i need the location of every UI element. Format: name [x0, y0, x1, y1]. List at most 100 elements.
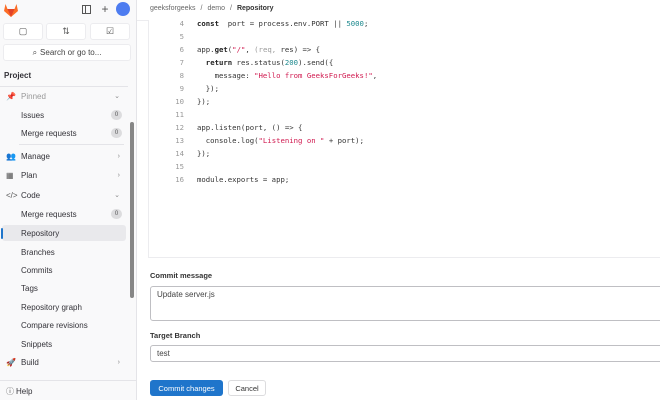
code-token: res) => { — [280, 45, 321, 54]
sidebar-item-code[interactable]: </> Code ⌄ — [2, 187, 126, 203]
line-number: 5 — [179, 32, 184, 41]
code-line: 6 app.get("/", (req, res) => { — [149, 45, 320, 58]
section-title: Project — [4, 71, 32, 80]
todo-icon: ☑ — [105, 26, 115, 36]
code-token: const — [197, 19, 219, 28]
sidebar-item-build[interactable]: 🚀 Build › — [2, 354, 126, 370]
code-token: 200 — [284, 58, 299, 67]
issues-button[interactable]: ▢ — [3, 23, 43, 40]
help-button[interactable]: ⓘ Help — [2, 383, 126, 399]
code-line: 8 message: "Hello from GeeksForGeeks!", — [149, 71, 378, 84]
sidebar-item-tags[interactable]: Tags — [2, 280, 126, 296]
line-number: 16 — [175, 175, 184, 184]
commit-message-label: Commit message — [150, 271, 213, 280]
code-token: , — [245, 45, 255, 54]
merge-requests-button[interactable]: ⇅ — [46, 23, 86, 40]
todo-button[interactable]: ☑ — [90, 23, 130, 40]
avatar[interactable] — [116, 2, 130, 16]
code-token: + port); — [324, 136, 364, 145]
line-number: 9 — [179, 84, 184, 93]
code-editor[interactable]: 4 const port = process.env.PORT || 5000; 5… — [148, 19, 660, 258]
sidebar-item-repository-graph[interactable]: Repository graph — [2, 299, 126, 315]
sidebar-item-branches[interactable]: Branches — [2, 244, 126, 260]
sidebar-item-manage[interactable]: 👥 Manage › — [2, 148, 126, 164]
code-token: }); — [197, 97, 211, 106]
commit-changes-button[interactable]: Commit changes — [150, 380, 223, 396]
sidebar: + ▢ ⇅ ☑ ⌕ Search or go to... Project 📌 Pin… — [0, 0, 137, 400]
sidebar-item-compare-revisions[interactable]: Compare revisions — [2, 317, 126, 333]
breadcrumb: geeksforgeeks / demo / Repository — [150, 5, 274, 12]
count-badge: 0 — [111, 209, 122, 219]
breadcrumb-current: Repository — [236, 5, 274, 12]
code-token: app.listen(port, () => { — [197, 123, 303, 132]
pinned-toggle[interactable]: 📌 Pinned ⌄ — [2, 88, 126, 104]
breadcrumb-link[interactable]: demo — [207, 5, 225, 12]
line-number: 12 — [175, 123, 184, 132]
help-icon: ⓘ — [6, 386, 14, 396]
code-token: console.log( — [197, 136, 259, 145]
code-token: , — [372, 71, 378, 80]
search-button[interactable]: ⌕ Search or go to... — [3, 44, 131, 61]
code-text: }); — [197, 149, 210, 158]
sidebar-item-merge-requests[interactable]: Merge requests 0 — [2, 206, 126, 222]
scrollbar-thumb[interactable] — [130, 122, 134, 298]
code-token: }); — [197, 84, 219, 93]
code-text: app.get("/", (req, res) => { — [197, 45, 320, 54]
sidebar-toggle-icon[interactable] — [80, 3, 92, 15]
line-number: 4 — [179, 19, 184, 28]
target-branch-input[interactable]: test — [150, 345, 660, 362]
users-icon: 👥 — [6, 151, 16, 161]
breadcrumb-link[interactable]: geeksforgeeks — [150, 5, 196, 12]
chevron-right-icon: › — [117, 358, 120, 366]
code-text: const port = process.env.PORT || 5000; — [197, 19, 368, 28]
code-token: "/" — [232, 45, 246, 54]
gitlab-logo-icon[interactable] — [3, 2, 19, 18]
line-number: 7 — [179, 58, 184, 67]
code-line: 4 const port = process.env.PORT || 5000; — [149, 19, 369, 32]
code-token: app. — [197, 45, 215, 54]
chevron-down-icon: ⌄ — [114, 192, 120, 199]
line-number: 8 — [179, 71, 184, 80]
sidebar-item-snippets[interactable]: Snippets — [2, 336, 126, 352]
sidebar-scrollbar[interactable] — [129, 88, 135, 378]
code-line: 10}); — [149, 97, 210, 110]
code-text: app.listen(port, () => { — [197, 123, 302, 132]
code-token: (req, — [254, 45, 281, 54]
rocket-icon: 🚀 — [6, 357, 16, 367]
code-text: console.log("Listening on " + port); — [197, 136, 364, 145]
chevron-right-icon: › — [117, 152, 120, 160]
code-token: port = process.env.PORT || — [218, 19, 347, 28]
sidebar-item-plan[interactable]: ▦ Plan › — [2, 167, 126, 183]
commit-message-input[interactable]: Update server.js — [150, 286, 660, 321]
line-number: 6 — [179, 45, 184, 54]
code-text: }); — [197, 84, 219, 93]
calendar-icon: ▦ — [6, 170, 14, 180]
code-token: "Listening on " — [258, 136, 325, 145]
code-line: 16 module.exports = app; — [149, 175, 289, 188]
search-icon: ⌕ — [32, 47, 38, 57]
code-line: 13 console.log("Listening on " + port); — [149, 136, 364, 149]
sidebar-item-issues[interactable]: Issues 0 — [2, 107, 126, 123]
sidebar-item-repository[interactable]: Repository — [1, 225, 126, 241]
line-number: 13 — [175, 136, 184, 145]
line-number: 15 — [175, 162, 184, 171]
plus-icon[interactable]: + — [99, 2, 111, 16]
code-line: 12 app.listen(port, () => { — [149, 123, 302, 136]
code-text: return res.status(200).send({ — [197, 58, 333, 67]
pin-icon: 📌 — [6, 91, 16, 101]
line-number: 11 — [175, 110, 184, 119]
code-line: 9 }); — [149, 84, 219, 97]
line-number: 14 — [175, 149, 184, 158]
count-badge: 0 — [111, 128, 122, 138]
count-badge: 0 — [111, 110, 122, 120]
code-token: return — [205, 58, 233, 67]
code-token: module.exports = app; — [197, 175, 290, 184]
cancel-button[interactable]: Cancel — [228, 380, 266, 396]
code-token: res.status( — [232, 58, 285, 67]
sidebar-item-merge-requests-pinned[interactable]: Merge requests 0 — [2, 125, 126, 141]
merge-request-icon: ⇅ — [62, 26, 70, 36]
sidebar-item-commits[interactable]: Commits — [2, 262, 126, 278]
code-text: module.exports = app; — [197, 175, 289, 184]
code-token: get — [214, 45, 228, 54]
